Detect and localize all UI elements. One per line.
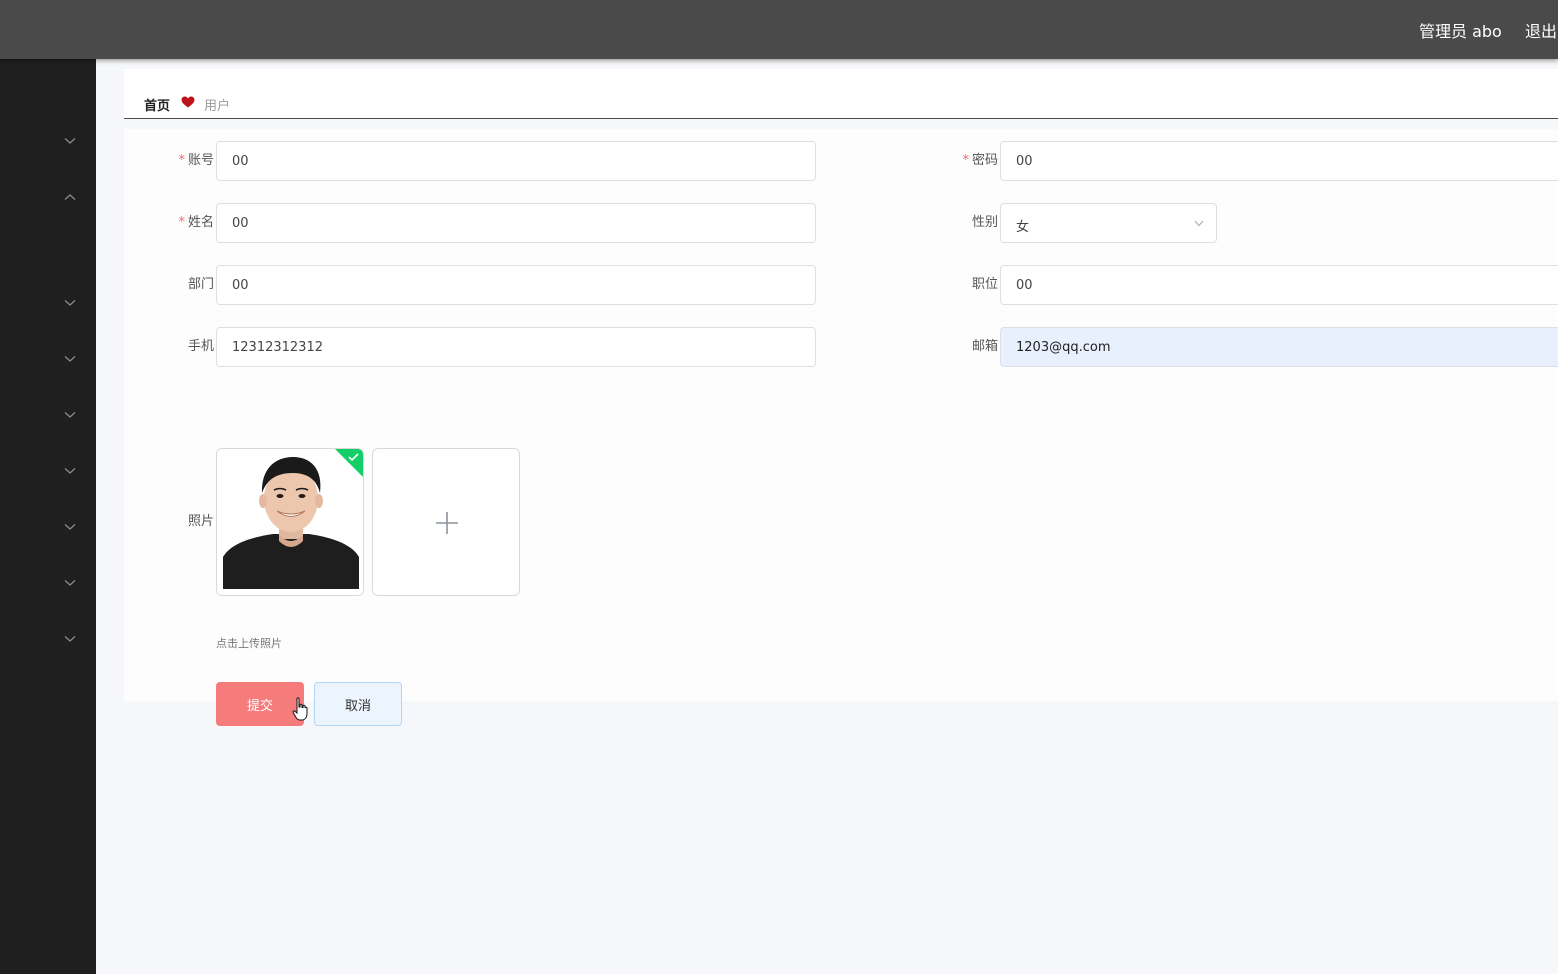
logout-link[interactable]: 退出 bbox=[1525, 18, 1557, 42]
hand-cursor-icon bbox=[292, 697, 308, 721]
sidebar-item-8[interactable] bbox=[0, 563, 96, 603]
gender-selected-value: 女 bbox=[1016, 220, 1030, 235]
password-label: * 密码 bbox=[962, 153, 998, 168]
name-input[interactable] bbox=[216, 203, 816, 243]
current-user-label: 管理员 abo bbox=[1419, 22, 1502, 41]
heart-icon bbox=[181, 96, 195, 108]
breadcrumb: 首页 用户 bbox=[124, 69, 1558, 119]
submit-button[interactable]: 提交 bbox=[216, 682, 304, 726]
chevron-down-icon bbox=[64, 468, 76, 474]
chevron-down-icon bbox=[64, 524, 76, 530]
main-content: 首页 用户 *账号 *密码 *姓名 性别 女 部门 职位 手机 邮箱 照片 bbox=[96, 59, 1558, 974]
chevron-down-icon bbox=[64, 580, 76, 586]
cancel-button[interactable]: 取消 bbox=[314, 682, 402, 726]
name-label: * 姓名 bbox=[178, 215, 214, 230]
sidebar bbox=[0, 59, 96, 974]
chevron-down-icon bbox=[64, 356, 76, 362]
phone-input[interactable] bbox=[216, 327, 816, 367]
breadcrumb-current: 用户 bbox=[204, 99, 231, 114]
sidebar-item-7[interactable] bbox=[0, 507, 96, 547]
department-input[interactable] bbox=[216, 265, 816, 305]
plus-icon bbox=[436, 512, 458, 534]
uploaded-photo[interactable] bbox=[216, 448, 364, 596]
photo-label: 照片 bbox=[187, 514, 214, 529]
add-photo-button[interactable] bbox=[372, 448, 520, 596]
email-label: 邮箱 bbox=[971, 339, 998, 354]
user-form: *账号 *密码 *姓名 性别 女 部门 职位 手机 邮箱 照片 bbox=[124, 129, 1558, 726]
upload-photo-tip: 点击上传照片 bbox=[216, 637, 282, 650]
email-input[interactable] bbox=[1000, 327, 1558, 367]
required-mark: * bbox=[178, 153, 185, 168]
position-input[interactable] bbox=[1000, 265, 1558, 305]
top-bar: 管理员 abo 退出 bbox=[0, 0, 1558, 59]
gender-select[interactable]: 女 bbox=[1000, 203, 1217, 243]
sidebar-item-2[interactable] bbox=[0, 177, 96, 217]
required-mark: * bbox=[178, 215, 185, 230]
required-mark: * bbox=[962, 153, 969, 168]
department-label: 部门 bbox=[187, 277, 214, 292]
chevron-down-icon bbox=[1194, 220, 1204, 227]
account-input[interactable] bbox=[216, 141, 816, 181]
sidebar-item-4[interactable] bbox=[0, 339, 96, 379]
chevron-down-icon bbox=[64, 138, 76, 144]
breadcrumb-home[interactable]: 首页 bbox=[144, 95, 170, 114]
sidebar-item-6[interactable] bbox=[0, 451, 96, 491]
account-label: * 账号 bbox=[178, 153, 214, 168]
chevron-down-icon bbox=[64, 412, 76, 418]
chevron-down-icon bbox=[64, 300, 76, 306]
position-label: 职位 bbox=[971, 277, 998, 292]
sidebar-item-5[interactable] bbox=[0, 395, 96, 435]
sidebar-item-1[interactable] bbox=[0, 121, 96, 161]
chevron-down-icon bbox=[64, 636, 76, 642]
sidebar-item-3[interactable] bbox=[0, 283, 96, 323]
upload-success-badge bbox=[335, 449, 363, 477]
sidebar-item-9[interactable] bbox=[0, 619, 96, 659]
password-input[interactable] bbox=[1000, 141, 1558, 181]
phone-label: 手机 bbox=[187, 339, 214, 354]
chevron-up-icon bbox=[64, 194, 76, 200]
gender-label: 性别 bbox=[971, 215, 998, 230]
